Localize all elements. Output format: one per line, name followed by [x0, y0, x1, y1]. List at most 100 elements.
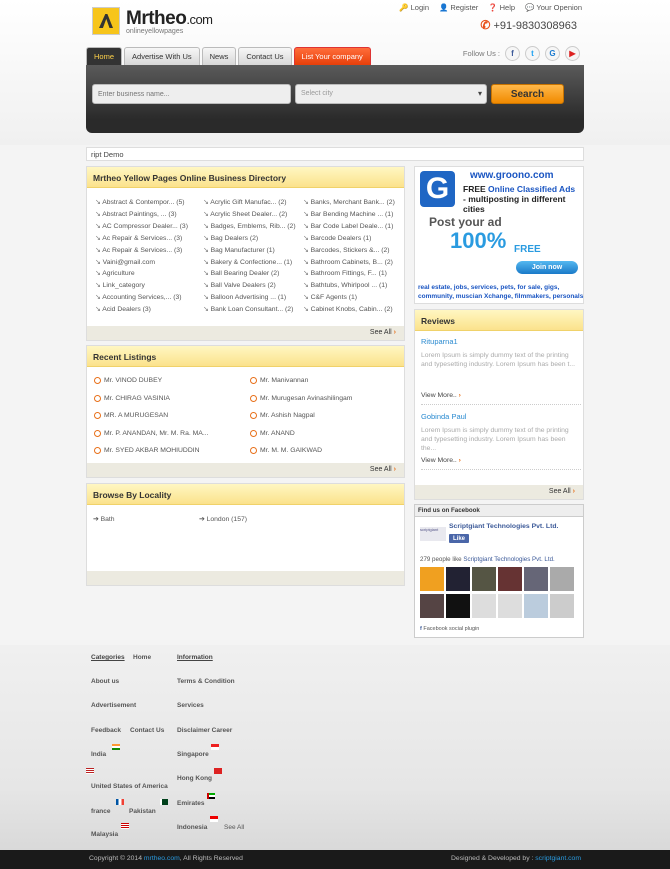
footer-contact[interactable]: Contact Us — [130, 727, 164, 734]
opinion-link[interactable]: 💬 Your Openion — [525, 3, 582, 12]
country-france[interactable]: france — [91, 808, 111, 815]
category-link[interactable]: Ac Repair & Services... (3) — [95, 234, 182, 242]
help-link[interactable]: ❓ Help — [488, 3, 515, 12]
category-link[interactable]: Barcodes, Stickers &... (2) — [303, 246, 390, 254]
developer-link[interactable]: scriptgiant.com — [535, 855, 581, 862]
country-emirates[interactable]: Emirates — [177, 800, 204, 807]
listing-item[interactable]: Mr. Manivannan — [250, 377, 308, 384]
country-usa[interactable]: United States of America — [91, 783, 168, 790]
fan-avatar[interactable] — [472, 567, 496, 591]
category-link[interactable]: Abstract Paintings, ... (3) — [95, 210, 176, 218]
fan-avatar[interactable] — [550, 567, 574, 591]
listing-name[interactable]: MR. A MURUGESAN — [104, 412, 168, 419]
nav-list-company[interactable]: List Your company — [293, 47, 371, 65]
category-link[interactable]: Ball Valve Dealers (2) — [203, 281, 276, 289]
footer-home[interactable]: Home — [133, 654, 151, 661]
category-link[interactable]: Bar Bending Machine ... (1) — [303, 210, 394, 218]
country-malaysia[interactable]: Malaysia — [91, 831, 118, 838]
scriptgiant-logo[interactable]: scriptgiant — [420, 527, 446, 541]
footer-disclaimer[interactable]: Disclaimer Career — [177, 727, 232, 734]
country-singapore[interactable]: Singapore — [177, 751, 209, 758]
country-indonesia[interactable]: Indonesia — [177, 824, 207, 831]
footer-information[interactable]: Information — [177, 654, 213, 661]
category-link[interactable]: Acrylic Sheet Dealer... (2) — [203, 210, 287, 218]
category-link[interactable]: Bathroom Cabinets, B... (2) — [303, 258, 393, 266]
category-link[interactable]: Acid Dealers (3) — [95, 305, 151, 313]
category-link[interactable]: Barcode Dealers (1) — [303, 234, 372, 242]
footer-about[interactable]: About us — [91, 678, 119, 685]
locality-item[interactable]: ➔ Bath — [93, 515, 115, 523]
facebook-page-name[interactable]: Scriptgiant Technologies Pvt. Ltd. — [449, 523, 558, 530]
fan-avatar[interactable] — [498, 594, 522, 618]
locality-item[interactable]: ➔ London (157) — [199, 515, 247, 523]
listing-name[interactable]: Mr. SYED AKBAR MOHIUDDIN — [104, 447, 200, 454]
nav-news[interactable]: News — [201, 47, 237, 65]
footer-categories[interactable]: Categories — [91, 654, 125, 661]
footer-advertisement[interactable]: Advertisement — [91, 702, 136, 709]
listing-name[interactable]: Mr. Ashish Nagpal — [260, 412, 315, 419]
listing-item[interactable]: Mr. VINOD DUBEY — [94, 377, 162, 384]
twitter-icon[interactable]: t — [525, 46, 540, 61]
category-link[interactable]: Bakery & Confectione... (1) — [203, 258, 293, 266]
listing-name[interactable]: Mr. Murugesan Avinashilingam — [260, 395, 352, 402]
listing-name[interactable]: Mr. Manivannan — [260, 377, 308, 384]
category-link[interactable]: Bar Code Label Deale... (1) — [303, 222, 394, 230]
review-author[interactable]: Gobinda Paul — [421, 412, 466, 421]
listing-name[interactable]: Mr. ANAND — [260, 430, 295, 437]
fan-avatar[interactable] — [420, 594, 444, 618]
listing-item[interactable]: Mr. P. ANANDAN, Mr. M. Ra. MA... — [94, 429, 209, 437]
fan-avatar[interactable] — [420, 567, 444, 591]
category-link[interactable]: Ball Bearing Dealer (2) — [203, 269, 280, 277]
country-hongkong[interactable]: Hong Kong — [177, 775, 212, 782]
groono-ad[interactable]: G www.groono.com FREE Online Classified … — [414, 166, 584, 304]
review-view-more[interactable]: View More.. › — [421, 457, 461, 464]
footer-feedback[interactable]: Feedback — [91, 727, 121, 734]
site-logo[interactable]: Mrtheo.com — [126, 8, 213, 30]
youtube-icon[interactable]: ▶ — [565, 46, 580, 61]
recent-see-all[interactable]: See All › — [87, 463, 404, 477]
nav-advertise[interactable]: Advertise With Us — [124, 47, 200, 65]
category-link[interactable]: Ac Repair & Services... (3) — [95, 246, 182, 254]
fan-avatar[interactable] — [550, 594, 574, 618]
city-select[interactable]: Select city — [295, 84, 487, 104]
category-link[interactable]: Acrylic Gift Manufac... (2) — [203, 198, 286, 206]
listing-item[interactable]: Mr. Ashish Nagpal — [250, 412, 315, 419]
listing-item[interactable]: Mr. M. M. GAIKWAD — [250, 447, 322, 454]
category-link[interactable]: Agriculture — [95, 269, 135, 277]
countries-see-all[interactable]: See All — [224, 824, 244, 831]
country-india[interactable]: India — [91, 751, 106, 758]
review-view-more[interactable]: View More.. › — [421, 392, 461, 399]
category-link[interactable]: Bank Loan Consultant... (2) — [203, 305, 294, 313]
search-button[interactable]: Search — [491, 84, 564, 104]
copyright-link[interactable]: mrtheo.com — [144, 855, 180, 862]
category-link[interactable]: Bag Dealers (2) — [203, 234, 259, 242]
reviews-see-all[interactable]: See All › — [415, 485, 583, 499]
country-pakistan[interactable]: Pakistan — [129, 808, 156, 815]
listing-item[interactable]: Mr. CHIRAG VASINIA — [94, 394, 170, 402]
register-link[interactable]: 👤 Register — [439, 3, 478, 12]
google-plus-icon[interactable]: G — [545, 46, 560, 61]
listing-item[interactable]: Mr. Murugesan Avinashilingam — [250, 394, 352, 402]
listing-item[interactable]: Mr. ANAND — [250, 429, 295, 437]
fan-avatar[interactable] — [446, 594, 470, 618]
category-link[interactable]: AC Compressor Dealer... (3) — [95, 222, 188, 230]
category-link[interactable]: Cabinet Knobs, Cabin... (2) — [303, 305, 393, 313]
category-link[interactable]: Link_category — [95, 281, 145, 289]
footer-terms[interactable]: Terms & Condition — [177, 678, 235, 685]
fan-avatar[interactable] — [524, 594, 548, 618]
category-link[interactable]: Balloon Advertising ... (1) — [203, 293, 287, 301]
nav-home[interactable]: Home — [86, 47, 123, 65]
nav-contact[interactable]: Contact Us — [238, 47, 292, 65]
footer-services[interactable]: Services — [177, 702, 204, 709]
ad-join-button[interactable]: Join now — [516, 261, 578, 274]
directory-see-all[interactable]: See All › — [87, 326, 404, 340]
fan-avatar[interactable] — [446, 567, 470, 591]
logo-icon[interactable] — [92, 7, 120, 35]
category-link[interactable]: Bathtubs, Whirlpool ... (1) — [303, 281, 388, 289]
listing-name[interactable]: Mr. M. M. GAIKWAD — [260, 447, 322, 454]
category-link[interactable]: Bag Manufacturer (1) — [203, 246, 275, 254]
listing-name[interactable]: Mr. VINOD DUBEY — [104, 377, 162, 384]
business-search-input[interactable] — [92, 84, 291, 104]
listing-name[interactable]: Mr. CHIRAG VASINIA — [104, 395, 170, 402]
listing-name[interactable]: Mr. P. ANANDAN, Mr. M. Ra. MA... — [104, 430, 209, 437]
